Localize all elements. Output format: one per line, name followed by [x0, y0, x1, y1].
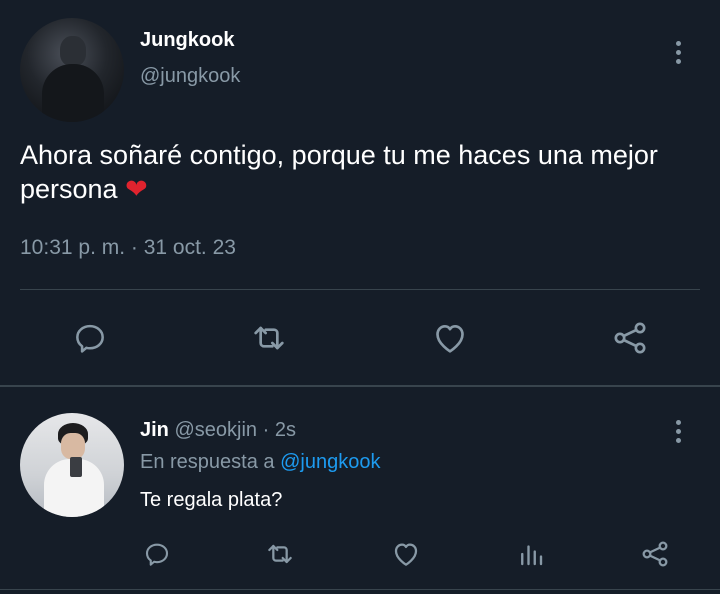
- heart-emoji: ❤: [125, 174, 148, 204]
- divider: [20, 289, 700, 290]
- reply-display-name[interactable]: Jin: [140, 419, 169, 441]
- section-divider: [0, 385, 720, 387]
- reply-time[interactable]: 2s: [275, 419, 296, 441]
- avatar[interactable]: [20, 18, 124, 122]
- reply-share-icon[interactable]: [638, 537, 672, 571]
- reply-like-icon[interactable]: [389, 537, 423, 571]
- timestamp[interactable]: 10:31 p. m. · 31 oct. 23: [20, 236, 236, 260]
- reply-handle[interactable]: @seokjin: [174, 419, 257, 441]
- bottom-divider: [0, 589, 720, 590]
- more-options-icon[interactable]: [666, 37, 690, 67]
- reply-header: Jin @seokjin · 2s: [140, 419, 296, 442]
- avatar-face-shape: [61, 433, 85, 459]
- avatar-body-shape: [42, 64, 104, 122]
- reply-retweet-icon[interactable]: [263, 537, 297, 571]
- reply-avatar[interactable]: [20, 413, 124, 517]
- like-icon[interactable]: [428, 316, 472, 360]
- reply-prefix: En respuesta a: [140, 451, 275, 473]
- avatar-phone-shape: [70, 457, 82, 477]
- retweet-icon[interactable]: [247, 316, 291, 360]
- main-tweet: Jungkook @jungkook Ahora soñaré contigo,…: [0, 0, 720, 386]
- analytics-icon[interactable]: [514, 537, 548, 571]
- reply-icon[interactable]: [68, 316, 112, 360]
- reply-reply-icon[interactable]: [140, 537, 174, 571]
- display-name[interactable]: Jungkook: [140, 29, 234, 52]
- tweet-body: Ahora soñaré contigo, porque tu me haces…: [20, 140, 658, 204]
- handle[interactable]: @jungkook: [140, 65, 240, 88]
- reply-context: En respuesta a @jungkook: [140, 451, 380, 474]
- reply-text: Te regala plata?: [140, 489, 283, 511]
- reply-time-separator: ·: [262, 419, 270, 441]
- avatar-head-shape: [60, 36, 86, 66]
- tweet-text: Ahora soñaré contigo, porque tu me haces…: [20, 138, 710, 206]
- share-icon[interactable]: [608, 316, 652, 360]
- reply-more-options-icon[interactable]: [666, 416, 690, 446]
- reply-mention-link[interactable]: @jungkook: [280, 451, 380, 473]
